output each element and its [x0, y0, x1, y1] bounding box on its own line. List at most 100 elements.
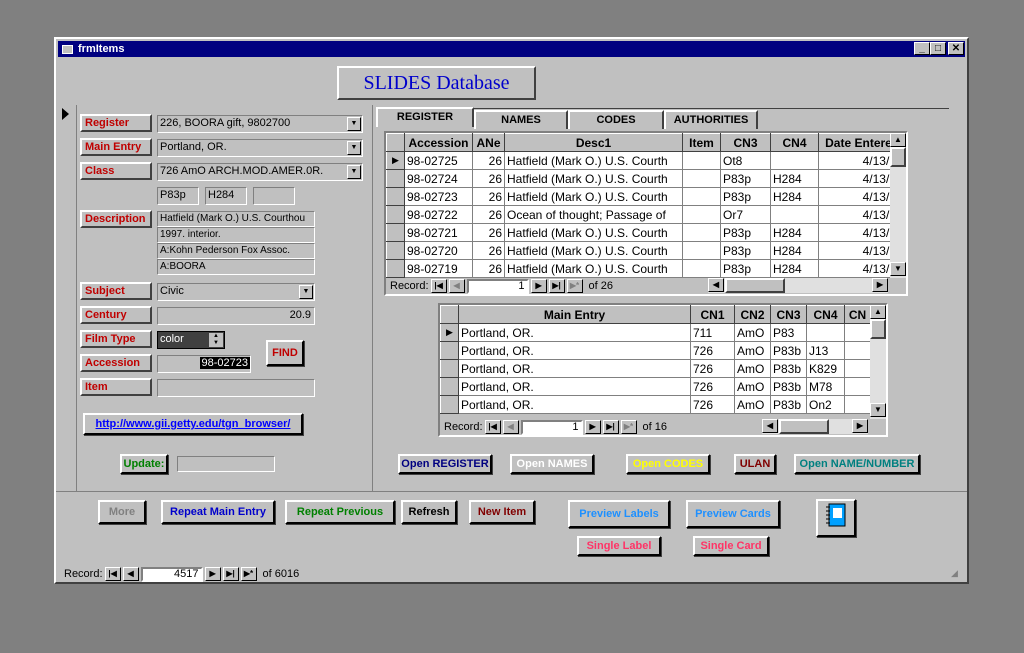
column-header[interactable]: Date Entere [818, 133, 899, 152]
subject-combo[interactable]: Civic ▼ [157, 283, 315, 301]
table-cell[interactable]: 98-02722 [404, 205, 473, 224]
repeat-previous-button[interactable]: Repeat Previous [285, 500, 395, 524]
open-codes-button[interactable]: Open CODES [626, 454, 710, 474]
record-number-input[interactable]: 1 [520, 419, 583, 435]
table-cell[interactable]: H284 [770, 223, 819, 242]
new-item-button[interactable]: New Item [469, 500, 535, 524]
row-selector[interactable]: ▶ [440, 323, 459, 342]
row-selector[interactable] [386, 259, 405, 278]
table-cell[interactable]: Portland, OR. [458, 359, 691, 378]
repeat-main-entry-button[interactable]: Repeat Main Entry [161, 500, 275, 524]
table-cell[interactable] [844, 341, 871, 360]
next-record-icon[interactable]: ▶ [530, 279, 547, 293]
table-cell[interactable]: Hatfield (Mark O.) U.S. Courth [504, 187, 683, 206]
column-header[interactable]: CN [844, 305, 871, 324]
next-record-icon[interactable]: ▶ [204, 567, 221, 581]
table-row[interactable]: 98-02723 26 Hatfield (Mark O.) U.S. Courth… [386, 187, 899, 206]
first-record-icon[interactable]: |◀ [430, 279, 447, 293]
column-header[interactable]: CN3 [720, 133, 771, 152]
table-cell[interactable] [682, 259, 721, 278]
table-cell[interactable] [682, 187, 721, 206]
column-header[interactable]: CN3 [770, 305, 807, 324]
century-field[interactable]: 20.9 [157, 307, 315, 325]
table-cell[interactable]: Hatfield (Mark O.) U.S. Courth [504, 151, 683, 170]
table-cell[interactable]: J13 [806, 341, 845, 360]
row-selector[interactable] [386, 169, 405, 188]
table-cell[interactable]: Portland, OR. [458, 323, 691, 342]
prev-record-icon[interactable]: ◀ [448, 279, 465, 293]
table-cell[interactable]: P83p [720, 187, 771, 206]
table-cell[interactable]: AmO [734, 395, 771, 414]
table-cell[interactable]: 98-02725 [404, 151, 473, 170]
table-cell[interactable]: 98-02720 [404, 241, 473, 260]
table-cell[interactable]: 26 [472, 169, 505, 188]
prev-record-icon[interactable]: ◀ [502, 420, 519, 434]
dropdown-arrow-icon[interactable]: ▼ [347, 117, 361, 131]
scroll-right-icon[interactable]: ▶ [852, 419, 868, 433]
scroll-left-icon[interactable]: ◀ [762, 419, 778, 433]
table-cell[interactable]: AmO [734, 323, 771, 342]
table-cell[interactable]: 26 [472, 187, 505, 206]
table-cell[interactable] [682, 241, 721, 260]
item-field[interactable] [157, 379, 315, 397]
next-record-icon[interactable]: ▶ [584, 420, 601, 434]
last-record-icon[interactable]: ▶| [222, 567, 239, 581]
class-field-4[interactable] [253, 187, 295, 205]
table-cell[interactable]: Hatfield (Mark O.) U.S. Courth [504, 241, 683, 260]
single-card-button[interactable]: Single Card [693, 536, 769, 556]
table-cell[interactable] [844, 395, 871, 414]
first-record-icon[interactable]: |◀ [104, 567, 121, 581]
table-cell[interactable]: P83p [720, 259, 771, 278]
table-cell[interactable]: Portland, OR. [458, 341, 691, 360]
scroll-up-icon[interactable]: ▲ [890, 133, 906, 147]
tab-authorities[interactable]: AUTHORITIES [664, 110, 758, 129]
table-cell[interactable]: P83 [770, 323, 807, 342]
dropdown-arrow-icon[interactable]: ▼ [347, 141, 361, 155]
table-cell[interactable]: AmO [734, 341, 771, 360]
row-selector[interactable] [386, 223, 405, 242]
table-cell[interactable]: 4/13/9 [818, 223, 899, 242]
column-header[interactable]: CN2 [734, 305, 771, 324]
row-selector[interactable] [440, 377, 459, 396]
table-cell[interactable]: 4/13/9 [818, 169, 899, 188]
table-cell[interactable]: H284 [770, 169, 819, 188]
accession-field[interactable]: 98-02723 [157, 355, 251, 373]
table-cell[interactable]: 726 [690, 377, 735, 396]
scroll-down-icon[interactable]: ▼ [890, 262, 906, 276]
table-row[interactable]: Portland, OR. 726 AmO P83b M78 [440, 377, 871, 396]
table-cell[interactable]: 726 [690, 359, 735, 378]
refresh-button[interactable]: Refresh [401, 500, 457, 524]
new-record-icon[interactable]: ▶* [240, 567, 257, 581]
table-cell[interactable] [806, 323, 845, 342]
table-cell[interactable]: Or7 [720, 205, 771, 224]
scroll-thumb[interactable] [870, 319, 886, 339]
table-cell[interactable]: Ot8 [720, 151, 771, 170]
row-selector[interactable]: ▶ [386, 151, 405, 170]
main-entry-combo[interactable]: Portland, OR. ▼ [157, 139, 363, 157]
table-cell[interactable]: 4/13/9 [818, 259, 899, 278]
table-cell[interactable]: 26 [472, 205, 505, 224]
table-cell[interactable]: On2 [806, 395, 845, 414]
single-label-button[interactable]: Single Label [577, 536, 661, 556]
notebook-button[interactable] [816, 499, 856, 537]
table-cell[interactable] [682, 151, 721, 170]
record-number-input[interactable]: 4517 [140, 566, 203, 582]
more-button[interactable]: More [98, 500, 146, 524]
table-cell[interactable] [844, 359, 871, 378]
table-row[interactable]: ▶ 98-02725 26 Hatfield (Mark O.) U.S. Court… [386, 151, 899, 170]
horizontal-scrollbar[interactable]: ◀ ▶ [762, 419, 868, 434]
spinner-arrows-icon[interactable]: ▲ ▼ [209, 333, 223, 347]
table-cell[interactable]: Hatfield (Mark O.) U.S. Courth [504, 223, 683, 242]
table-cell[interactable]: Hatfield (Mark O.) U.S. Courth [504, 259, 683, 278]
description-line-2[interactable]: 1997. interior. [157, 227, 315, 243]
table-cell[interactable]: P83p [720, 223, 771, 242]
table-cell[interactable] [770, 205, 819, 224]
column-header[interactable]: Desc1 [504, 133, 683, 152]
resize-grip-icon[interactable]: ◢ [951, 568, 963, 580]
description-line-1[interactable]: Hatfield (Mark O.) U.S. Courthou [157, 211, 315, 227]
preview-labels-button[interactable]: Preview Labels [568, 500, 670, 528]
description-line-3[interactable]: A:Kohn Pederson Fox Assoc. [157, 243, 315, 259]
column-header[interactable]: Main Entry [458, 305, 691, 324]
open-register-button[interactable]: Open REGISTER [398, 454, 492, 474]
dropdown-arrow-icon[interactable]: ▼ [299, 285, 313, 299]
